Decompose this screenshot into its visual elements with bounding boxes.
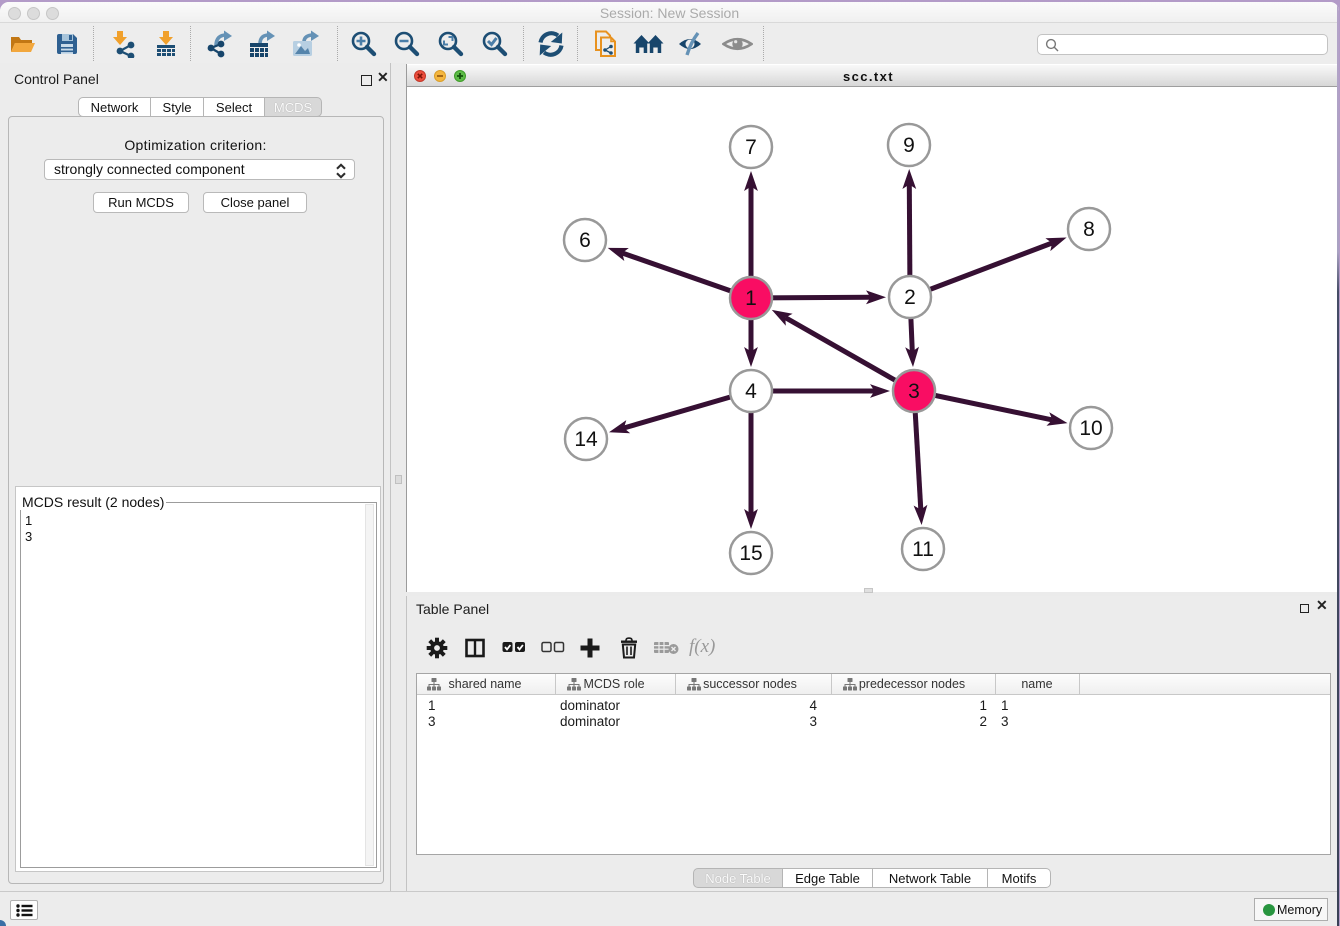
svg-text:1: 1	[745, 287, 757, 310]
svg-text:7: 7	[745, 136, 757, 159]
svg-text:8: 8	[1083, 218, 1095, 241]
svg-text:6: 6	[579, 229, 591, 252]
svg-text:9: 9	[903, 134, 915, 157]
svg-text:2: 2	[904, 286, 916, 309]
svg-text:10: 10	[1079, 417, 1102, 440]
svg-text:3: 3	[908, 380, 920, 403]
svg-text:11: 11	[912, 538, 934, 561]
svg-text:4: 4	[745, 380, 757, 403]
svg-text:15: 15	[739, 542, 762, 565]
svg-text:14: 14	[574, 428, 598, 451]
